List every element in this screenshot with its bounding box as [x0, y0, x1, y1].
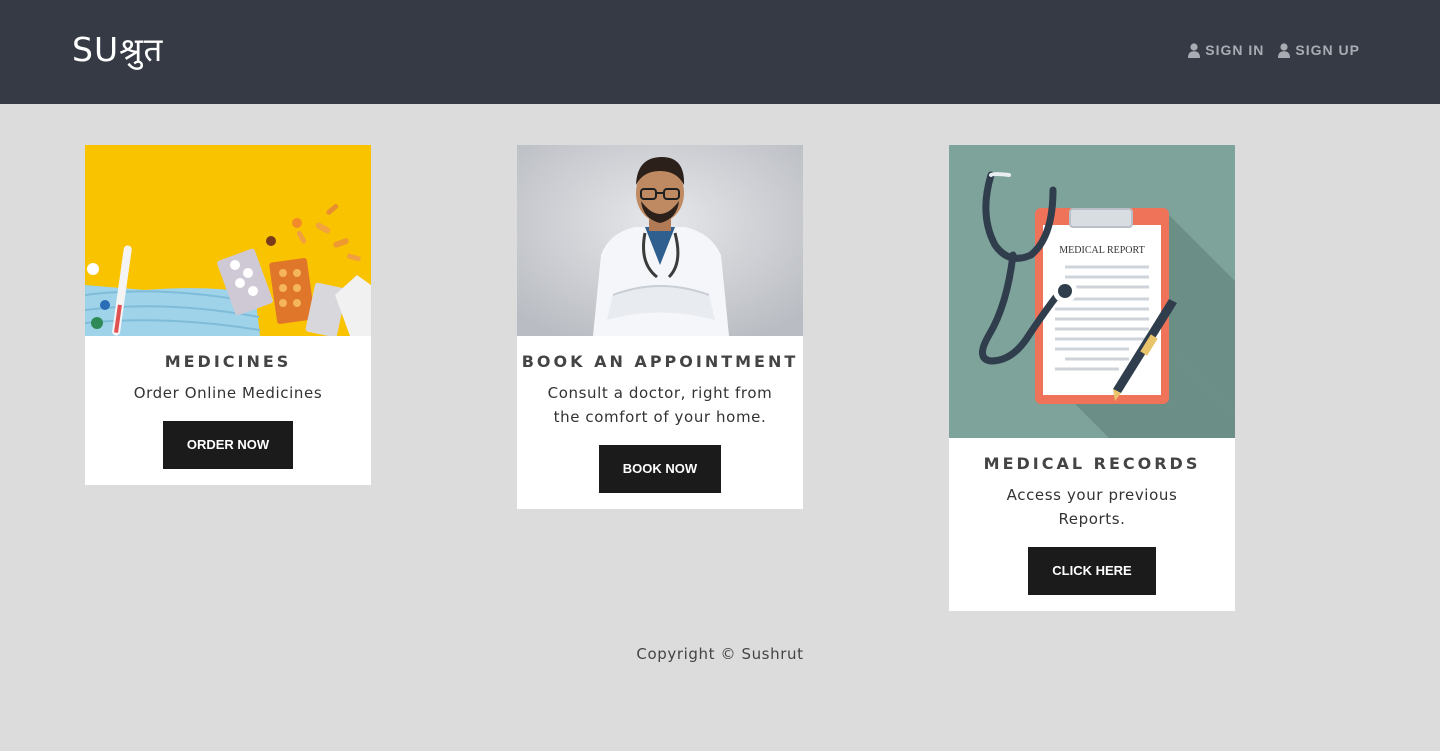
book-now-button[interactable]: BOOK NOW — [598, 445, 722, 493]
sign-in-link[interactable]: SIGN IN — [1188, 42, 1264, 58]
medicines-image — [85, 145, 371, 336]
medical-report-image: MEDICAL REPORT — [949, 145, 1235, 438]
doctor-image — [517, 145, 803, 336]
card-text: Order Online Medicines — [133, 384, 323, 402]
user-icon — [1188, 42, 1201, 58]
card-title: BOOK AN APPOINTMENT — [521, 352, 799, 371]
sign-up-link[interactable]: SIGN UP — [1278, 42, 1360, 58]
card-text: Consult a doctor, right from the comfort… — [547, 384, 773, 426]
nav-links: SIGN IN SIGN UP — [1188, 42, 1360, 58]
card-text: Access your previous Reports. — [1006, 486, 1178, 528]
medical-records-card: MEDICAL REPORT MEDICAL RECORDS Access yo… — [949, 145, 1235, 611]
sign-up-label: SIGN UP — [1295, 42, 1360, 58]
sign-in-label: SIGN IN — [1205, 42, 1265, 58]
click-here-button[interactable]: CLICK HERE — [1028, 547, 1156, 595]
user-icon — [1278, 42, 1291, 58]
footer-copyright: Copyright © Sushrut — [636, 645, 804, 663]
navbar: SUश्रुत SIGN IN SIGN UP — [0, 0, 1440, 104]
medicines-card: MEDICINES Order Online Medicines ORDER N… — [85, 145, 371, 485]
appointment-card: BOOK AN APPOINTMENT Consult a doctor, ri… — [517, 145, 803, 509]
order-now-button[interactable]: ORDER NOW — [162, 421, 294, 469]
card-title: MEDICAL RECORDS — [983, 454, 1201, 473]
card-title: MEDICINES — [164, 352, 292, 371]
brand-logo[interactable]: SUश्रुत — [72, 26, 163, 71]
report-heading: MEDICAL REPORT — [1059, 245, 1144, 256]
